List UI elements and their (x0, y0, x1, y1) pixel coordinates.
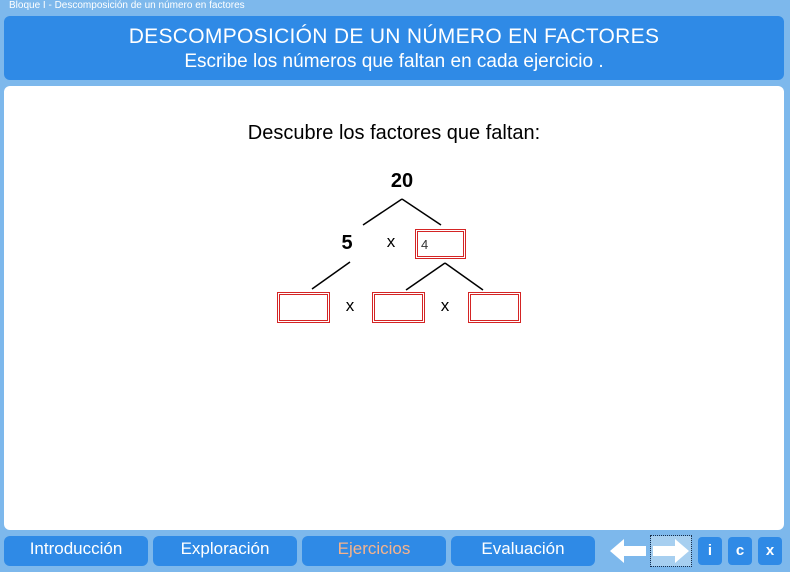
forward-button[interactable] (650, 535, 692, 567)
tree-branch-root-right (401, 198, 442, 226)
tab-ejercicios[interactable]: Ejercicios (302, 536, 446, 566)
bottom-right-input[interactable] (470, 294, 519, 321)
tree-branch-root-left (362, 198, 403, 226)
tree-branch-right-left (405, 262, 446, 291)
tab-introduccion[interactable]: Introducción (4, 536, 148, 566)
bottom-middle-input[interactable] (374, 294, 423, 321)
times-symbol-bottom-left: x (345, 296, 355, 315)
info-button[interactable]: i (698, 537, 722, 565)
bottom-middle-box (372, 292, 425, 323)
page-title: DESCOMPOSICIÓN DE UN NÚMERO EN FACTORES (128, 25, 660, 48)
page-subtitle: Escribe los números que faltan en cada e… (184, 51, 604, 72)
tab-evaluacion[interactable]: Evaluación (451, 536, 595, 566)
arrow-left-icon (610, 539, 646, 563)
tree-branch-right-right (444, 262, 484, 291)
left-factor: 5 (341, 232, 353, 254)
window-title: Bloque I - Descomposición de un número e… (9, 0, 245, 11)
header-panel: DESCOMPOSICIÓN DE UN NÚMERO EN FACTORES … (4, 16, 784, 80)
times-symbol-top: x (386, 232, 396, 251)
arrow-right-icon (653, 539, 689, 563)
right-factor-box (415, 229, 466, 259)
close-button[interactable]: x (758, 537, 782, 565)
c-button[interactable]: c (728, 537, 752, 565)
bottom-left-box (277, 292, 330, 323)
times-symbol-bottom-right: x (440, 296, 450, 315)
tab-exploracion[interactable]: Exploración (153, 536, 297, 566)
tree-branch-left-down (311, 261, 351, 290)
right-factor-input[interactable] (417, 231, 464, 257)
bottom-right-box (468, 292, 521, 323)
back-button[interactable] (608, 536, 648, 566)
exercise-panel: Descubre los factores que faltan: 20 5 x… (4, 86, 784, 530)
root-number: 20 (390, 170, 414, 192)
bottom-left-input[interactable] (279, 294, 328, 321)
